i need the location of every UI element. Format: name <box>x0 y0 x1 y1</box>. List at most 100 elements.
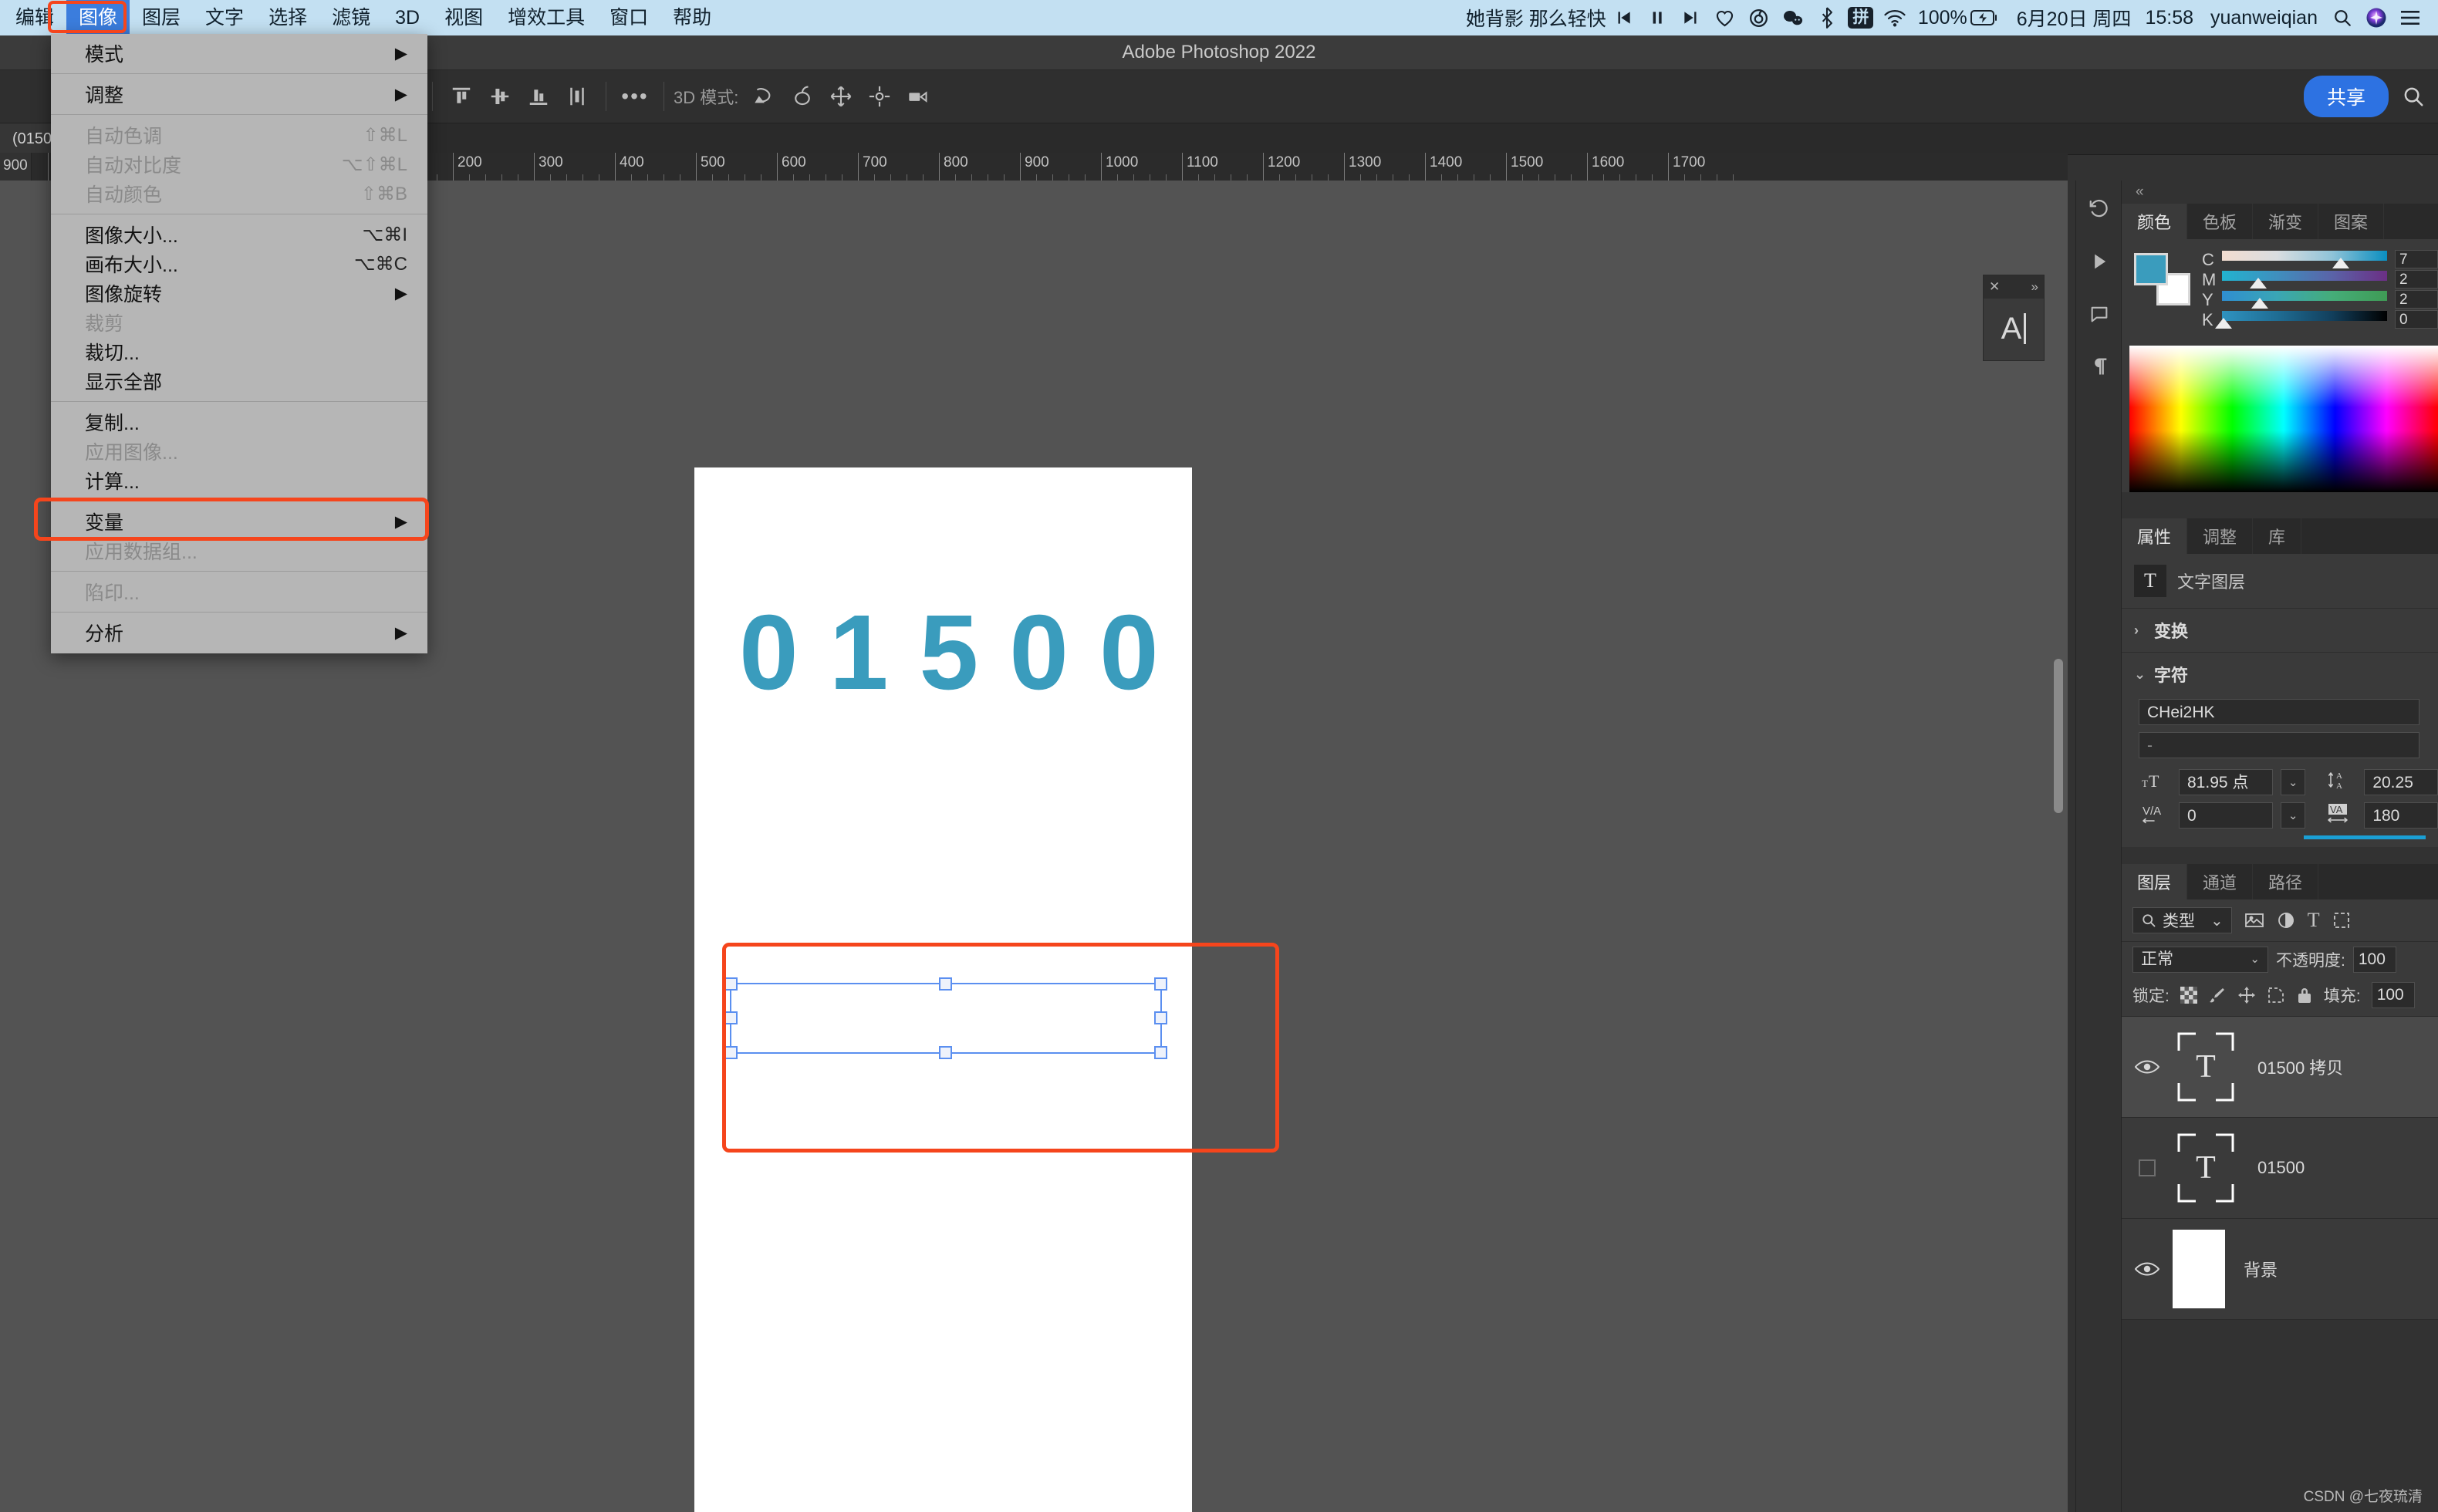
color-slider-track-Y[interactable] <box>2222 291 2387 309</box>
menu-item[interactable]: 复制... <box>51 407 427 437</box>
blend-mode-select[interactable]: 正常 ⌄ <box>2132 947 2268 973</box>
menu-item[interactable]: 计算... <box>51 466 427 495</box>
macos-menu-8[interactable]: 增效工具 <box>495 0 597 35</box>
macos-menu-5[interactable]: 滤镜 <box>319 0 383 35</box>
fill-field[interactable]: 100 <box>2371 982 2415 1008</box>
macos-menu-7[interactable]: 视图 <box>432 0 495 35</box>
eye-visible-icon[interactable] <box>2122 1261 2173 1277</box>
lock-paint-icon[interactable] <box>2208 986 2227 1004</box>
menu-item[interactable]: 变量 ▶ <box>34 498 429 541</box>
pause-icon[interactable] <box>1640 0 1674 35</box>
color-slider-thumb-C[interactable] <box>2332 258 2350 268</box>
menu-item[interactable]: 画布大小... ⌥⌘C <box>51 249 427 278</box>
align-bottom-icon[interactable] <box>519 77 558 116</box>
macos-menu-1[interactable]: 图像 <box>66 0 130 35</box>
macos-menu-4[interactable]: 选择 <box>256 0 319 35</box>
color-slider-track-M[interactable] <box>2222 271 2387 289</box>
font-style-field[interactable]: - <box>2139 732 2419 758</box>
align-vertical-center-icon[interactable] <box>481 77 519 116</box>
canvas-vertical-scrollbar[interactable] <box>2054 659 2063 813</box>
align-top-icon[interactable] <box>442 77 481 116</box>
opacity-field[interactable]: 100 <box>2352 947 2396 973</box>
font-size-dropdown[interactable]: ⌄ <box>2281 769 2306 795</box>
section-transform[interactable]: › 变换 <box>2122 608 2438 652</box>
macos-menu-2[interactable]: 图层 <box>130 0 193 35</box>
collapse-dock-icon[interactable]: « <box>2122 181 2438 204</box>
properties-tab-0[interactable]: 属性 <box>2122 518 2188 554</box>
menu-item[interactable]: 模式 ▶ <box>51 39 427 68</box>
layer-row[interactable]: 背景 <box>2122 1219 2438 1320</box>
color-slider-value-Y[interactable]: 2 <box>2395 290 2438 309</box>
eye-hidden-icon[interactable] <box>2122 1158 2173 1178</box>
camera-3d-icon[interactable] <box>899 77 937 116</box>
layers-tab-2[interactable]: 路径 <box>2253 864 2319 899</box>
slide-3d-icon[interactable] <box>860 77 899 116</box>
double-chevron-right-icon[interactable]: » <box>2031 279 2038 295</box>
paragraph-icon[interactable] <box>2082 349 2117 384</box>
adjustment-filter-icon[interactable] <box>2277 911 2295 930</box>
image-filter-icon[interactable] <box>2244 911 2264 930</box>
netease-music-icon[interactable] <box>1742 0 1776 35</box>
kerning-dropdown[interactable]: ⌄ <box>2281 802 2306 829</box>
font-size-field[interactable]: 81.95 点 <box>2179 769 2274 795</box>
menu-item[interactable]: 调整 ▶ <box>51 79 427 109</box>
color-tab-2[interactable]: 渐变 <box>2253 204 2319 239</box>
pan-3d-icon[interactable] <box>822 77 860 116</box>
color-slider-value-M[interactable]: 2 <box>2395 270 2438 289</box>
lock-position-icon[interactable] <box>2237 986 2256 1004</box>
color-slider-value-C[interactable]: 7 <box>2395 250 2438 268</box>
next-track-icon[interactable] <box>1674 0 1708 35</box>
menu-item[interactable]: 图像大小... ⌥⌘I <box>51 220 427 249</box>
canvas-text[interactable]: 01500 <box>739 599 1190 706</box>
font-family-field[interactable]: CHei2HK <box>2139 699 2419 725</box>
menu-item[interactable]: 裁切... <box>51 337 427 366</box>
more-options-icon[interactable]: ••• <box>616 77 654 116</box>
input-method-icon[interactable]: 拼 <box>1844 0 1878 35</box>
color-tab-0[interactable]: 颜色 <box>2122 204 2188 239</box>
search-icon[interactable] <box>2325 0 2359 35</box>
roll-3d-icon[interactable] <box>783 77 822 116</box>
battery-charging-icon[interactable] <box>1967 0 2001 35</box>
menu-item[interactable]: 分析 ▶ <box>51 618 427 647</box>
color-tab-1[interactable]: 色板 <box>2187 204 2254 239</box>
siri-icon[interactable] <box>2359 0 2393 35</box>
color-tab-3[interactable]: 图案 <box>2318 204 2385 239</box>
text-filter-icon[interactable]: T <box>2308 909 2320 932</box>
macos-menu-3[interactable]: 文字 <box>193 0 256 35</box>
previous-track-icon[interactable] <box>1606 0 1640 35</box>
macos-menu-9[interactable]: 窗口 <box>597 0 660 35</box>
close-icon[interactable]: ✕ <box>1989 279 2000 295</box>
bluetooth-icon[interactable] <box>1810 0 1844 35</box>
macos-menu-0[interactable]: 编辑 <box>3 0 66 35</box>
wechat-icon[interactable] <box>1776 0 1810 35</box>
floating-character-panel[interactable]: ✕ » A <box>1983 275 2045 361</box>
properties-tab-1[interactable]: 调整 <box>2187 518 2254 554</box>
color-spectrum[interactable] <box>2129 346 2438 492</box>
tracking-field[interactable]: 180 <box>2364 802 2438 829</box>
lock-transparency-icon[interactable] <box>2180 987 2197 1004</box>
share-button[interactable]: 共享 <box>2303 76 2389 117</box>
kerning-field[interactable]: 0 <box>2179 802 2274 829</box>
search-icon[interactable] <box>2389 70 2438 123</box>
wifi-icon[interactable] <box>1878 0 1912 35</box>
image-menu-dropdown[interactable]: 模式 ▶ 调整 ▶ 自动色调 ⇧⌘L 自动对比度 ⌥⇧⌘L 自动颜色 ⇧⌘B 图像大小... ⌥⌘I 画… <box>34 34 429 653</box>
color-slider-track-K[interactable] <box>2215 311 2387 329</box>
leading-field[interactable]: 20.25 <box>2364 769 2438 795</box>
rotate-3d-icon[interactable] <box>745 77 783 116</box>
layer-row[interactable]: T 01500 <box>2122 1118 2438 1219</box>
color-slider-track-C[interactable] <box>2222 251 2387 268</box>
shape-filter-icon[interactable] <box>2332 911 2351 930</box>
macos-menu-10[interactable]: 帮助 <box>660 0 724 35</box>
lock-artboard-icon[interactable] <box>2267 986 2285 1004</box>
layers-tab-1[interactable]: 通道 <box>2187 864 2254 899</box>
properties-tab-2[interactable]: 库 <box>2253 518 2302 554</box>
foreground-color-swatch[interactable] <box>2134 253 2168 285</box>
macos-menu-6[interactable]: 3D <box>383 0 432 35</box>
history-icon[interactable] <box>2082 191 2117 227</box>
section-character[interactable]: ⌄ 字符 <box>2122 652 2438 696</box>
control-center-icon[interactable] <box>2393 0 2427 35</box>
heart-icon[interactable] <box>1708 0 1742 35</box>
menu-item[interactable]: 显示全部 <box>51 366 427 396</box>
color-slider-value-K[interactable]: 0 <box>2395 310 2438 329</box>
layers-tab-0[interactable]: 图层 <box>2122 864 2188 899</box>
